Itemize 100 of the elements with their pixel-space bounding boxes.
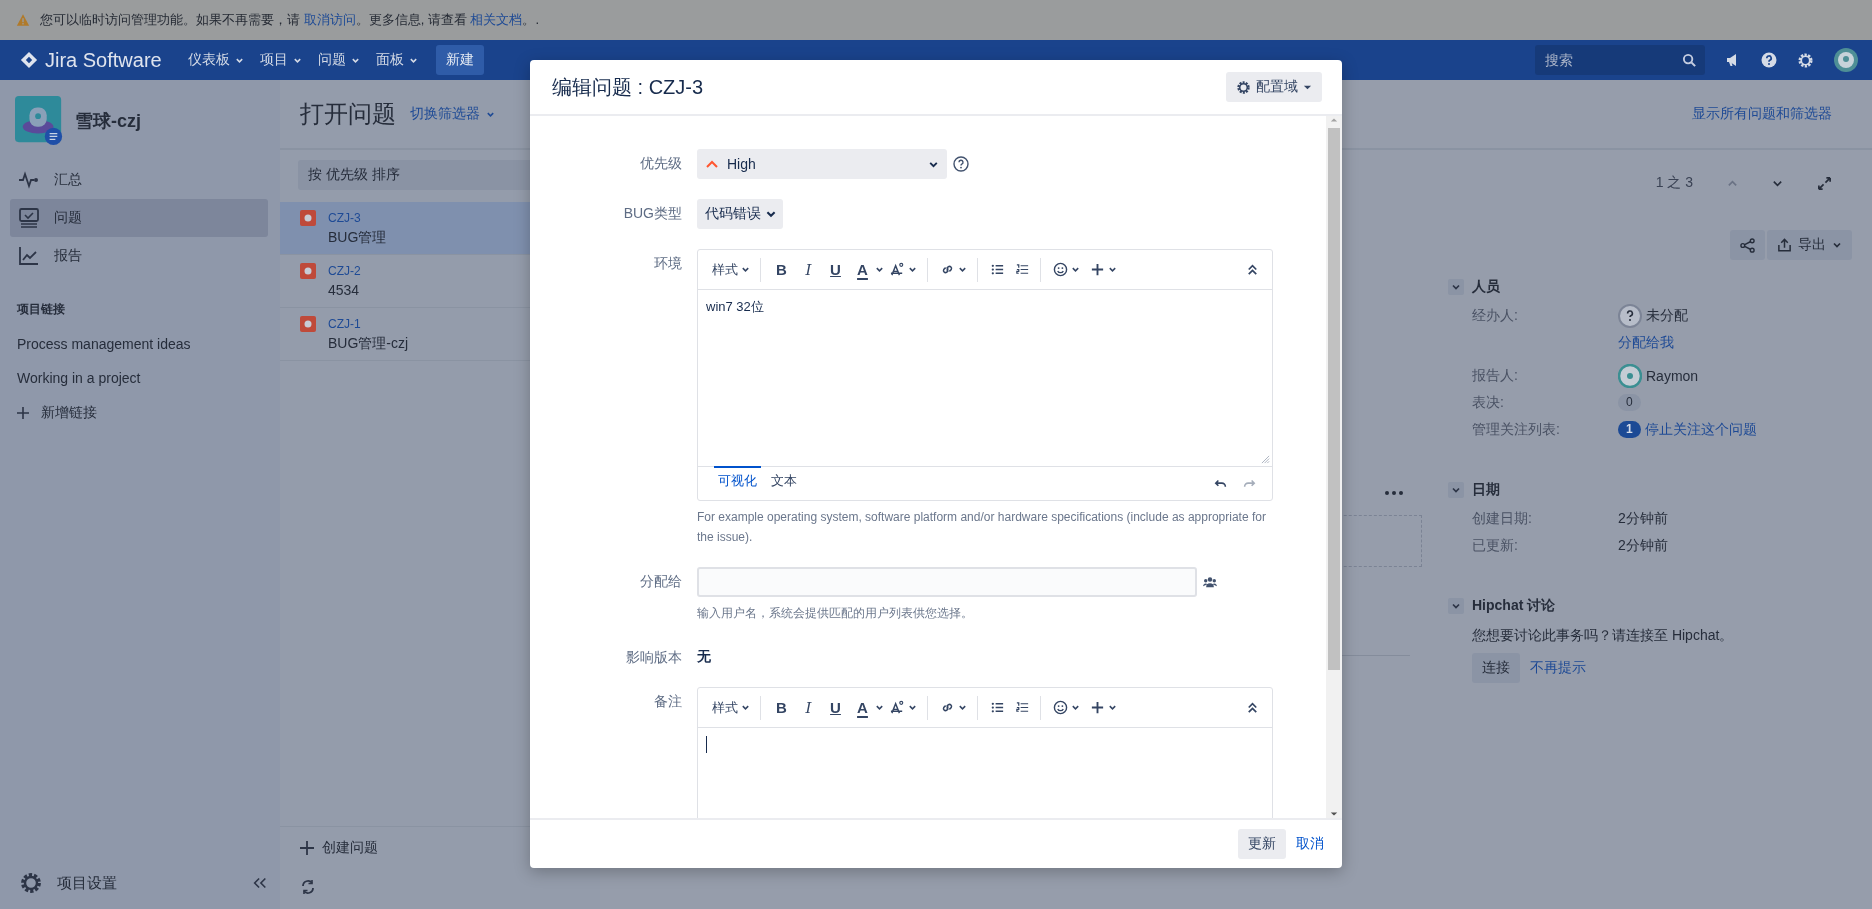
dismiss-link[interactable]: 不再提示 — [1530, 659, 1586, 677]
project-settings-link[interactable]: 项目设置 — [57, 873, 238, 893]
unwatch-link[interactable]: 停止关注这个问题 — [1644, 420, 1757, 439]
resize-grip-icon — [1261, 455, 1270, 464]
effects-icon — [890, 700, 905, 715]
app-logo-text: Jira Software — [45, 48, 162, 72]
sidebar-item[interactable]: 报告 — [10, 237, 268, 275]
share-icon — [1740, 237, 1755, 253]
project-link[interactable]: Working in a project — [17, 370, 268, 386]
connect-button[interactable]: 连接 — [1472, 653, 1520, 683]
section-heading: 项目链接 — [17, 301, 66, 318]
configure-fields-button[interactable]: 配置域 — [1226, 72, 1322, 102]
italic-button[interactable]: I — [796, 695, 821, 720]
more-icon[interactable] — [1384, 490, 1404, 496]
section-heading: 日期 — [1472, 481, 1500, 499]
search-field[interactable]: 搜索 — [1535, 45, 1705, 75]
bullets-icon — [990, 262, 1005, 277]
banner-link[interactable]: 取消访问 — [303, 12, 356, 27]
editor-tab[interactable]: 可视化 — [714, 466, 761, 492]
refresh-icon[interactable] — [300, 879, 316, 895]
export-button[interactable]: 导出 — [1767, 230, 1852, 260]
people-icon[interactable] — [1203, 576, 1217, 588]
color-button[interactable]: A — [850, 257, 875, 282]
bug-type-icon — [300, 263, 316, 279]
sidebar-item[interactable]: 问题 — [10, 199, 268, 237]
issue-key: CZJ-2 — [328, 263, 361, 279]
field-label: 影响版本 — [625, 648, 682, 667]
issue-key: CZJ-1 — [328, 316, 409, 332]
help-icon[interactable] — [1761, 52, 1777, 68]
text-cursor — [706, 736, 707, 753]
field-label: 表决: — [1472, 393, 1505, 412]
field-value: 未分配 — [1646, 306, 1688, 325]
priority-select[interactable]: High — [697, 149, 947, 179]
caret-icon — [875, 703, 884, 712]
assign-to-me-link[interactable]: 分配给我 — [1618, 333, 1872, 352]
user-avatar-icon[interactable] — [1834, 48, 1858, 72]
caret-icon — [1071, 703, 1080, 712]
underline-button[interactable]: U — [823, 257, 848, 282]
color-button[interactable]: A — [850, 695, 875, 720]
sidebar-item[interactable]: 汇总 — [10, 161, 268, 199]
caret-icon — [908, 265, 917, 274]
settings-icon — [1236, 79, 1251, 95]
field-label: 报告人: — [1472, 366, 1519, 385]
caret-icon — [875, 265, 884, 274]
collapse-icon — [1245, 262, 1260, 277]
settings-icon — [1797, 51, 1814, 69]
field-value: 2分钟前 — [1618, 509, 1669, 528]
issue-summary: 4534 — [328, 281, 361, 300]
switch-filter-link[interactable]: 切换筛选器 — [410, 105, 495, 123]
nav-menu[interactable]: 仪表板 — [179, 40, 252, 80]
style-dropdown[interactable]: 样式 — [708, 695, 754, 720]
field-value: 2分钟前 — [1618, 536, 1669, 555]
warning-icon — [16, 13, 30, 27]
style-dropdown[interactable]: 样式 — [708, 257, 754, 282]
banner-link[interactable]: 相关文档 — [470, 12, 523, 27]
nav-menu[interactable]: 问题 — [309, 40, 368, 80]
issue-summary: BUG管理 — [328, 228, 387, 247]
italic-button[interactable]: I — [796, 257, 821, 282]
caret-icon — [1451, 485, 1461, 495]
vote-count: 0 — [1618, 394, 1641, 411]
create-button[interactable]: 新建 — [435, 45, 484, 75]
field-label: 分配给 — [639, 572, 682, 591]
field-label: BUG类型 — [622, 204, 682, 223]
bullets-icon — [990, 700, 1005, 715]
caret-icon — [1071, 265, 1080, 274]
nav-menu[interactable]: 项目 — [251, 40, 310, 80]
bold-button[interactable]: B — [769, 257, 794, 282]
issue-key: CZJ-3 — [328, 210, 387, 226]
expand-icon[interactable] — [1817, 175, 1832, 191]
project-link[interactable]: Process management ideas — [17, 336, 268, 352]
hipchat-message: 您想要讨论此事务吗？请连接至 Hipchat。 — [1471, 626, 1735, 645]
nav-menu[interactable]: 面板 — [367, 40, 426, 80]
bug-type-icon — [300, 210, 316, 226]
field-label: 已更新: — [1472, 536, 1519, 555]
help-text: 输入用户名，系统会提供匹配的用户列表供您选择。 — [697, 605, 974, 622]
bold-button[interactable]: B — [769, 695, 794, 720]
banner-message: 您可以临时访问管理功能。如果不再需要，请 取消访问。更多信息, 请查看 相关文档。. — [40, 11, 540, 29]
add-link[interactable]: 新增链接 — [17, 404, 268, 422]
update-button[interactable]: 更新 — [1238, 829, 1286, 859]
editor-text: win7 32位 — [706, 298, 765, 316]
section-heading: Hipchat 讨论 — [1472, 597, 1556, 615]
line-chart-icon — [18, 245, 40, 267]
cancel-link[interactable]: 取消 — [1296, 835, 1324, 853]
bug-type-select[interactable]: 代码错误 — [697, 199, 783, 229]
bug-type-icon — [300, 316, 316, 332]
monitor-icon — [18, 207, 40, 229]
all-issues-link[interactable]: 显示所有问题和筛选器 — [1692, 105, 1832, 123]
editor-tab[interactable]: 文本 — [767, 466, 801, 492]
caret-icon — [958, 265, 967, 274]
effects-icon — [890, 262, 905, 277]
upload-icon — [1777, 237, 1792, 253]
emoji-icon — [1053, 700, 1068, 715]
scrollbar[interactable] — [1326, 116, 1342, 818]
collapse-icon[interactable] — [252, 876, 268, 890]
assignee-input[interactable] — [697, 567, 1197, 597]
underline-button[interactable]: U — [823, 695, 848, 720]
share-button[interactable] — [1730, 230, 1765, 260]
search-input[interactable]: 搜索 — [1543, 51, 1682, 69]
priority-high-icon — [705, 159, 719, 169]
help-icon[interactable] — [953, 156, 969, 172]
